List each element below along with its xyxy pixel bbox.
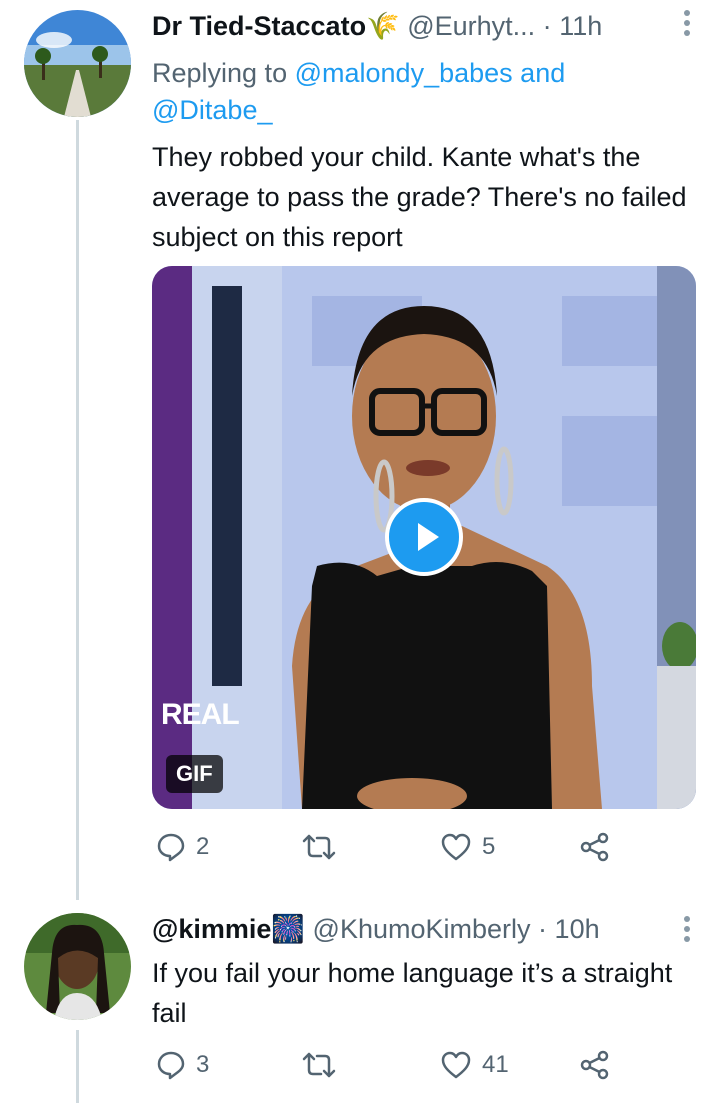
avatar[interactable] [24, 10, 131, 117]
tweet-text: If you fail your home language it’s a st… [152, 958, 673, 1028]
share-icon [580, 1050, 610, 1080]
thread-line [76, 1030, 79, 1103]
gif-media[interactable]: REAL GIF [152, 266, 696, 809]
separator: · [542, 11, 552, 41]
reply-prefix: Replying to [152, 58, 288, 88]
reply-and: and [520, 58, 566, 88]
like-count: 5 [482, 833, 496, 860]
handle[interactable]: @Eurhyt... [407, 11, 535, 41]
timestamp[interactable]: 11h [559, 11, 602, 41]
share-icon [580, 832, 610, 862]
separator: · [538, 914, 548, 944]
timestamp[interactable]: 10h [555, 914, 600, 944]
retweet-button[interactable] [302, 832, 346, 862]
display-name[interactable]: @kimmie [152, 914, 271, 944]
emoji: 🎆 [271, 914, 306, 944]
display-name[interactable]: Dr Tied-Staccato [152, 11, 366, 41]
like-button[interactable]: 5 [440, 832, 495, 862]
reply-icon [156, 1050, 186, 1080]
gif-badge: GIF [166, 755, 223, 793]
reply-context: Replying to @malondy_babes and @Ditabe_ [152, 55, 672, 129]
like-button[interactable]: 41 [440, 1050, 509, 1080]
tweet-text: They robbed your child. Kante what's the… [152, 142, 687, 252]
emoji: 🌾 [366, 11, 400, 41]
tweet-actions: 3 41 [152, 1050, 672, 1090]
mention-link[interactable]: @malondy_babes [295, 58, 513, 88]
reply-button[interactable]: 2 [156, 832, 209, 862]
retweet-icon [302, 832, 336, 862]
mention-link[interactable]: @Ditabe_ [152, 95, 272, 125]
tweet-header: @kimmie🎆 @KhumoKimberly · 10h [152, 913, 600, 945]
reply-button[interactable]: 3 [156, 1050, 209, 1080]
reply-count: 3 [196, 1051, 210, 1078]
retweet-icon [302, 1050, 336, 1080]
like-count: 41 [482, 1051, 509, 1078]
reply-icon [156, 832, 186, 862]
more-icon[interactable] [682, 8, 692, 45]
reply-count: 2 [196, 833, 210, 860]
tweet-actions: 2 5 [152, 832, 672, 872]
share-button[interactable] [580, 1050, 610, 1080]
retweet-button[interactable] [302, 1050, 346, 1080]
thread-line [76, 120, 79, 900]
avatar[interactable] [24, 913, 131, 1020]
tweet-header: Dr Tied-Staccato🌾 @Eurhyt... · 11h [152, 10, 602, 42]
play-icon[interactable] [385, 498, 463, 576]
like-icon [440, 1050, 472, 1080]
like-icon [440, 832, 472, 862]
brand-logo: REAL [161, 698, 240, 731]
share-button[interactable] [580, 832, 610, 862]
more-icon[interactable] [682, 914, 692, 951]
handle[interactable]: @KhumoKimberly [313, 914, 531, 944]
